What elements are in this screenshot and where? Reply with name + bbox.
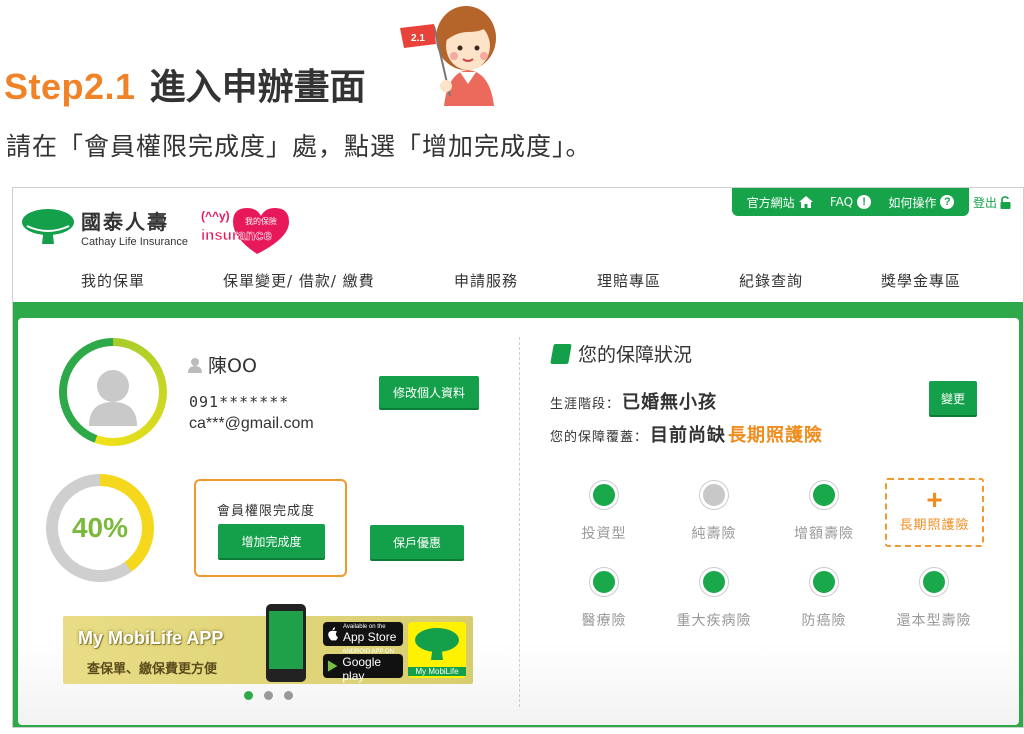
brand-top-label: 我的保險 [245,216,277,226]
tree-logo-icon [22,209,74,244]
how-to-label: 如何操作 [888,195,937,210]
faq-link[interactable]: FAQ ! [829,195,872,209]
official-site-link[interactable]: 官方網站 [747,194,813,211]
coverage-item-critical-illness[interactable]: 重大疾病險 [659,568,769,630]
company-name-en: Cathay Life Insurance [81,236,189,248]
app-store-label: App Store [343,630,397,644]
mobilife-logo-label: My MobiLife [408,667,466,676]
coverage-item-label: 防癌險 [801,613,847,629]
life-stage-label: 生涯階段： [550,397,621,412]
status-dot-icon [590,481,618,509]
nav-claims[interactable]: 理賠專區 [597,270,661,291]
mascot-girl-illustration: 2.1 [400,6,496,106]
add-completion-button[interactable]: 增加完成度 [218,524,325,558]
user-name-text: 陳OO [208,355,257,377]
coverage-item-label: 增額壽險 [794,526,854,542]
mobilife-logo: My MobiLife [408,622,466,678]
life-stage-value: 已婚無小孩 [622,392,718,413]
step-title: 進入申辦畫面 [149,67,366,108]
coverage-item-cancer[interactable]: 防癌險 [769,568,879,630]
user-silhouette-icon [89,370,137,426]
membership-progress-ring: 40% [46,474,154,582]
status-dot-icon [590,568,618,596]
coverage-item-medical[interactable]: 醫療險 [549,568,659,630]
carousel-dot-1[interactable] [244,691,253,700]
logout-button[interactable]: 登出 [973,194,1011,211]
apple-icon [328,627,338,641]
add-long-term-care-button[interactable]: + 長期照護險 [885,478,984,547]
coverage-item-increasing-life[interactable]: 增額壽險 [769,481,879,543]
app-banner-subtitle: 查保單、繳保費更方便 [87,662,218,677]
coverage-item-label: 重大疾病險 [676,613,752,629]
coverage-item-label: 投資型 [581,526,627,542]
google-play-badge[interactable]: ANDROID APP ON Google play [323,649,403,683]
info-icon: ! [857,195,872,209]
unlock-icon [1000,196,1011,209]
play-icon [327,660,338,672]
member-perks-button[interactable]: 保戶優惠 [370,525,464,559]
instruction-text: 請在「會員權限完成度」處，點選「增加完成度」。 [6,132,592,161]
status-dot-icon [700,568,728,596]
status-dot-icon [810,481,838,509]
step-heading: Step2.1 進入申辦畫面 [4,58,366,110]
logout-label: 登出 [973,196,998,210]
app-store-badge[interactable]: Available on the App Store [323,622,403,646]
change-stage-button[interactable]: 變更 [929,381,977,415]
help-icon: ? [940,195,955,209]
status-dot-icon [700,481,728,509]
nav-records[interactable]: 紀錄查詢 [739,270,803,291]
flag-label: 2.1 [411,33,425,44]
nav-scholarship[interactable]: 獎學金專區 [881,270,961,291]
user-email: ca***@gmail.com [189,415,314,432]
home-icon [798,196,813,208]
membership-label: 會員權限完成度 [217,504,316,519]
book-icon [550,343,572,364]
coverage-title: 您的保障狀況 [550,340,693,367]
google-play-label: Google play [342,655,382,683]
coverage-item-investment[interactable]: 投資型 [549,481,659,543]
my-insurance-logo[interactable]: (^^y) 我的保險 insurance [199,202,291,256]
carousel-dot-2[interactable] [264,691,273,700]
app-banner-title: My MobiLife APP [78,628,224,648]
how-to-link[interactable]: 如何操作 ? [888,194,955,211]
person-icon [188,357,202,373]
official-site-label: 官方網站 [746,195,795,210]
avatar [59,338,167,446]
coverage-prefix: 目前尚缺 [650,425,727,446]
nav-apply-services[interactable]: 申請服務 [454,270,518,291]
life-stage: 生涯階段： 已婚無小孩 [550,388,717,414]
nav-policy-change[interactable]: 保單變更/ 借款/ 繳費 [223,270,375,291]
coverage-item-pure-life[interactable]: 純壽險 [659,481,769,543]
coverage-title-text: 您的保障狀況 [578,344,693,366]
carousel-dot-3[interactable] [284,691,293,700]
phone-illustration [266,604,306,682]
status-dot-icon [810,568,838,596]
step-number: Step2.1 [4,66,136,107]
mobilife-app-banner[interactable]: My MobiLife APP 查保單、繳保費更方便 Available on … [63,604,473,684]
brand-emoji: (^^y) [201,209,230,223]
top-link-bar: 官方網站 FAQ ! 如何操作 ? [732,188,969,216]
membership-percent: 40% [71,512,129,543]
user-name: 陳OO [188,351,257,378]
coverage-summary: 您的保障覆蓋： 目前尚缺 長期照護險 [550,421,823,447]
company-name: 國泰人壽 [81,210,169,234]
cathay-logo[interactable]: 國泰人壽 Cathay Life Insurance [21,206,191,252]
edit-profile-button[interactable]: 修改個人資料 [379,376,479,408]
tree-logo-icon [415,628,459,660]
brand-main-label: insurance [201,227,272,244]
nav-my-policies[interactable]: 我的保單 [81,270,145,291]
column-divider [519,337,520,707]
coverage-missing: 長期照護險 [728,425,824,446]
coverage-item-label: 純壽險 [691,526,737,542]
coverage-item-endowment-life[interactable]: 還本型壽險 [879,568,989,630]
coverage-item-label: 還本型壽險 [896,613,972,629]
coverage-item-label: 長期照護險 [899,518,970,533]
main-nav: 我的保單 保單變更/ 借款/ 繳費 申請服務 理賠專區 紀錄查詢 獎學金專區 [13,270,1023,294]
status-dot-icon [920,568,948,596]
coverage-item-label: 醫療險 [581,613,627,629]
coverage-label: 您的保障覆蓋： [550,430,649,445]
plus-icon: + [926,484,943,515]
faq-label: FAQ [829,195,854,209]
user-phone: 091******* [189,393,290,411]
